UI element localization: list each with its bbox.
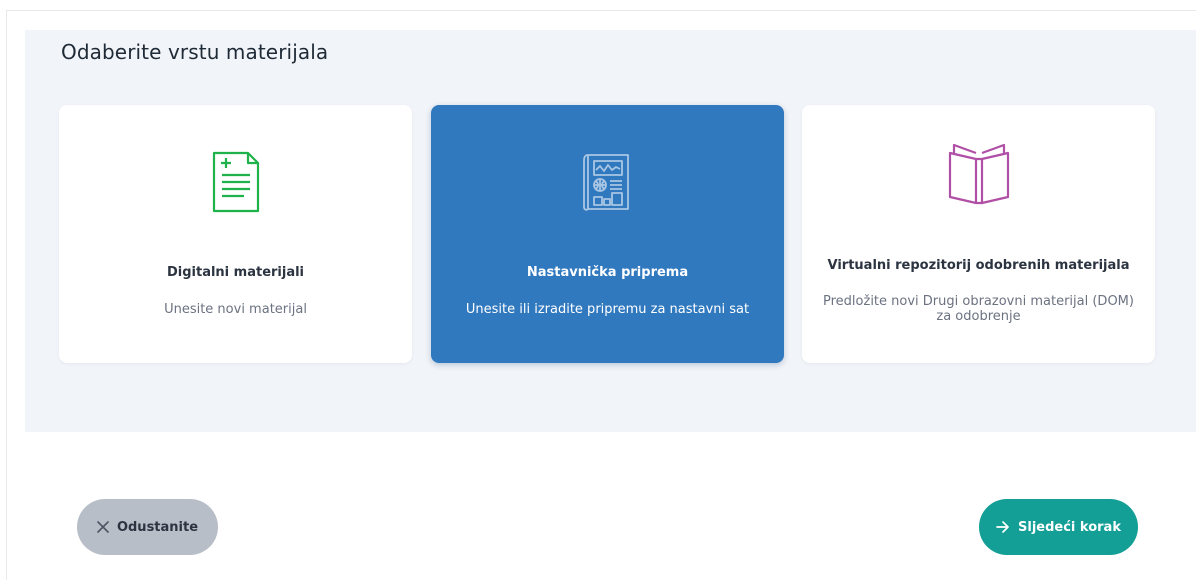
open-book-icon bbox=[948, 143, 1009, 205]
card-teacher-preparation[interactable]: Nastavnička priprema Unesite ili izradit… bbox=[431, 105, 784, 363]
frame-top-border bbox=[6, 10, 1196, 11]
material-type-panel: Odaberite vrstu materijala Digitalni mat… bbox=[25, 30, 1196, 432]
document-add-icon bbox=[212, 151, 259, 213]
card-description: Predložite novi Drugi obrazovni materija… bbox=[823, 294, 1134, 324]
cancel-button-label: Odustanite bbox=[116, 519, 199, 535]
page: Odaberite vrstu materijala Digitalni mat… bbox=[0, 0, 1196, 580]
card-digital-materials[interactable]: Digitalni materijali Unesite novi materi… bbox=[59, 105, 412, 363]
card-title: Virtualni repozitorij odobrenih materija… bbox=[827, 258, 1130, 273]
card-virtual-repository[interactable]: Virtualni repozitorij odobrenih materija… bbox=[802, 105, 1155, 363]
close-icon bbox=[97, 521, 109, 533]
arrow-right-icon bbox=[996, 521, 1010, 533]
newspaper-plan-icon bbox=[582, 154, 629, 211]
cancel-button[interactable]: Odustanite bbox=[77, 499, 218, 555]
card-description: Unesite novi materijal bbox=[164, 302, 307, 317]
card-title: Nastavnička priprema bbox=[526, 265, 689, 280]
card-title: Digitalni materijali bbox=[166, 265, 305, 280]
page-title: Odaberite vrstu materijala bbox=[61, 40, 329, 64]
card-description: Unesite ili izradite pripremu za nastavn… bbox=[465, 302, 750, 317]
next-step-button[interactable]: Sljedeći korak bbox=[979, 499, 1138, 555]
next-step-button-label: Sljedeći korak bbox=[1018, 519, 1121, 535]
frame-left-border bbox=[6, 10, 7, 580]
